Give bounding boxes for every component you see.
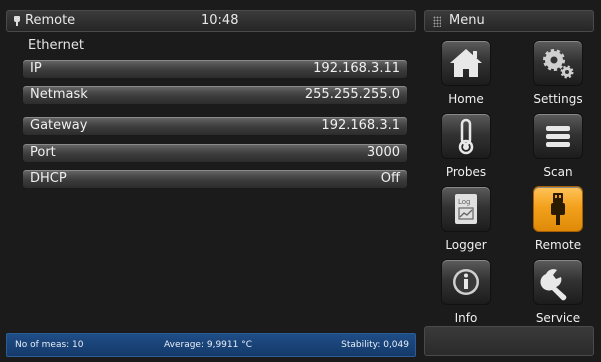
menu-service-button[interactable]: Service (530, 259, 586, 325)
menu-label: Probes (445, 165, 487, 179)
clock: 10:48 (201, 13, 239, 28)
info-icon (453, 269, 479, 295)
netmask-field[interactable]: Netmask 255.255.255.0 (22, 85, 408, 105)
field-key: Netmask (30, 87, 88, 102)
menu-scan-button[interactable]: Scan (530, 113, 586, 179)
field-value: 192.168.3.1 (321, 118, 400, 133)
menu-info-button[interactable]: Info (438, 259, 494, 325)
field-value: 255.255.255.0 (304, 87, 400, 102)
wrench-icon (540, 269, 567, 301)
field-value: Off (380, 171, 400, 186)
plug-icon (14, 16, 20, 26)
menu-settings-button[interactable]: Settings (530, 40, 586, 106)
port-field[interactable]: Port 3000 (22, 143, 408, 163)
mode-title: Remote (25, 13, 76, 28)
menu-footer (424, 326, 594, 356)
field-value: 192.168.3.11 (313, 61, 400, 76)
menu-logger-button[interactable]: Log Logger (438, 186, 494, 252)
measurement-count: No of meas: 10 (15, 340, 84, 350)
menu-probes-button[interactable]: Probes (438, 113, 494, 179)
menu-title: Menu (449, 13, 485, 28)
dhcp-field[interactable]: DHCP Off (22, 169, 408, 189)
menu-label: Info (454, 311, 478, 325)
menu-header: Menu (424, 10, 594, 32)
menu-label: Home (448, 92, 484, 106)
field-key: Port (30, 145, 56, 160)
menu-label: Settings (533, 92, 583, 106)
menu-label: Service (535, 311, 581, 325)
list-icon (546, 126, 570, 147)
menu-label: Logger (445, 238, 487, 252)
average-value: Average: 9,9911 °C (164, 340, 252, 350)
gears-icon (543, 49, 574, 79)
logger-icon: Log (455, 194, 477, 224)
menu-remote-button[interactable]: Remote (530, 186, 586, 252)
grip-icon (433, 16, 441, 27)
field-key: Gateway (30, 118, 88, 133)
field-value: 3000 (366, 145, 400, 160)
section-label: Ethernet (28, 38, 84, 53)
svg-text:Log: Log (458, 198, 471, 206)
ip-field[interactable]: IP 192.168.3.11 (22, 59, 408, 79)
status-bar: No of meas: 10 Average: 9,9911 °C Stabil… (6, 333, 416, 357)
home-icon (450, 49, 482, 77)
field-key: DHCP (30, 171, 67, 186)
stability-value: Stability: 0,049 (341, 340, 409, 350)
menu-label: Scan (543, 165, 573, 179)
gateway-field[interactable]: Gateway 192.168.3.1 (22, 116, 408, 136)
header-bar: Remote 10:48 (6, 10, 416, 32)
menu-label: Remote (534, 238, 582, 252)
usb-plug-icon (551, 193, 565, 225)
field-key: IP (30, 61, 42, 76)
thermometer-icon (458, 118, 474, 155)
menu-home-button[interactable]: Home (438, 40, 494, 106)
